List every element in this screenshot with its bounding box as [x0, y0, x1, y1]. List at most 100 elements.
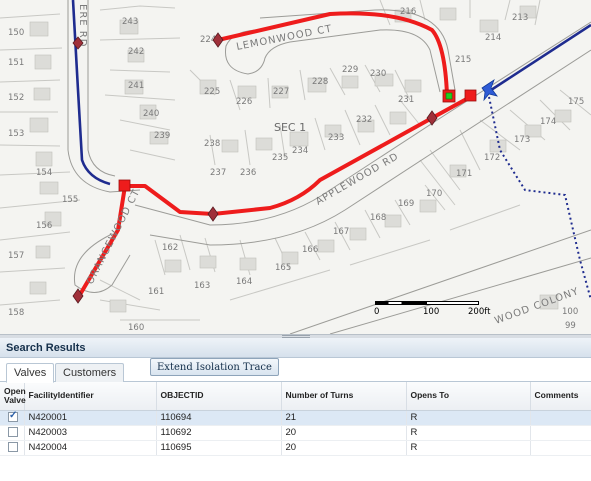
- opens-to-cell: R: [406, 440, 531, 456]
- parcel-label: 235: [272, 153, 288, 163]
- table-header-row: Open Valve FacilityIdentifier OBJECTID N…: [0, 382, 591, 411]
- open-valve-cell[interactable]: [0, 410, 25, 426]
- parcel-label: 216: [400, 7, 416, 17]
- parcel-label: 163: [194, 281, 210, 291]
- facility-cell: N420004: [24, 440, 157, 456]
- open-valve-cell[interactable]: [0, 440, 25, 456]
- table-row[interactable]: N420001 110694 21 R: [0, 410, 591, 426]
- parcel-label: 225: [204, 87, 220, 97]
- parcel-label: 215: [455, 55, 471, 65]
- parcel-label: 154: [36, 168, 52, 178]
- parcel-label: 99: [565, 321, 576, 331]
- parcel-label: 243: [122, 17, 138, 27]
- table-row[interactable]: N420004 110695 20 R: [0, 440, 591, 456]
- parcel-label: 165: [275, 263, 291, 273]
- parcel-label: 229: [342, 65, 358, 75]
- parcel-label: 162: [162, 243, 178, 253]
- facility-cell: N420003: [24, 425, 157, 441]
- parcel-label: 213: [512, 13, 528, 23]
- parcel-label: 240: [143, 109, 159, 119]
- comments-cell[interactable]: [530, 410, 591, 426]
- parcel-label: 173: [514, 135, 530, 145]
- parcel-label: 164: [236, 277, 252, 287]
- open-valve-cell[interactable]: [0, 425, 25, 441]
- table-row[interactable]: N420003 110692 20 R: [0, 425, 591, 441]
- street-label-orangewood: ORANGEWOOD CT: [85, 187, 143, 286]
- parcel-label: 152: [8, 93, 24, 103]
- parcel-label: 230: [370, 69, 386, 79]
- parcel-label: 157: [8, 251, 24, 261]
- search-results-panel: Search Results Valves Customers Extend I…: [0, 338, 591, 481]
- parcel-label: 227: [273, 87, 289, 97]
- scale-mid-label: 100: [423, 307, 440, 317]
- open-valve-checkbox[interactable]: [8, 410, 18, 423]
- parcel-label: 160: [128, 323, 144, 333]
- parcel-label: 236: [240, 168, 256, 178]
- parcel-label: 172: [484, 153, 500, 163]
- parcel-label: 167: [333, 227, 349, 237]
- map-canvas: LEMONWOOD CT APPLEWOOD RD ORANGEWOOD CT …: [0, 0, 591, 334]
- results-table: Open Valve FacilityIdentifier OBJECTID N…: [0, 382, 591, 456]
- open-valve-checkbox[interactable]: [8, 442, 18, 453]
- extend-isolation-trace-button[interactable]: Extend Isolation Trace: [150, 358, 279, 376]
- parcel-label: 170: [426, 189, 442, 199]
- parcel-label: 168: [370, 213, 386, 223]
- column-header-comments[interactable]: Comments: [530, 382, 591, 411]
- parcel-label: 156: [36, 221, 52, 231]
- facility-cell: N420001: [24, 410, 157, 426]
- panel-title: Search Results: [0, 338, 591, 358]
- parcel-label: 174: [540, 117, 556, 127]
- parcel-label: 171: [456, 169, 472, 179]
- scale-end-label: 200ft: [468, 307, 491, 317]
- objectid-cell: 110694: [156, 410, 282, 426]
- parcel-label: 166: [302, 245, 318, 255]
- parcel-label: 238: [204, 139, 220, 149]
- tab-valves[interactable]: Valves: [6, 363, 55, 383]
- comments-cell[interactable]: [530, 440, 591, 456]
- parcel-label: 237: [210, 168, 226, 178]
- parcel-label: 100: [562, 307, 578, 317]
- selected-valve-icon[interactable]: [445, 92, 453, 100]
- parcel-label: 241: [128, 81, 144, 91]
- objectid-cell: 110695: [156, 440, 282, 456]
- objectid-cell: 110692: [156, 425, 282, 441]
- comments-cell[interactable]: [530, 425, 591, 441]
- scale-bar-graphic: [375, 301, 479, 305]
- section-label: SEC 1: [274, 121, 306, 134]
- scale-bar: 0 100 200ft: [374, 297, 495, 319]
- parcel-label: 175: [568, 97, 584, 107]
- parcel-label: 161: [148, 287, 164, 297]
- scale-zero-label: 0: [374, 307, 380, 317]
- column-header-open-valve[interactable]: Open Valve: [0, 382, 26, 411]
- parcel-label: 233: [328, 133, 344, 143]
- turns-cell: 20: [281, 425, 407, 441]
- opens-to-cell: R: [406, 410, 531, 426]
- parcel-label: 228: [312, 77, 328, 87]
- turns-cell: 21: [281, 410, 407, 426]
- turns-cell: 20: [281, 440, 407, 456]
- parcel-label: 153: [8, 129, 24, 139]
- parcel-label: 232: [356, 115, 372, 125]
- parcel-label: 158: [8, 308, 24, 318]
- parcel-label: 155: [62, 195, 78, 205]
- tab-customers[interactable]: Customers: [55, 363, 125, 382]
- parcel-label: 242: [128, 47, 144, 57]
- open-valve-checkbox[interactable]: [8, 427, 18, 438]
- opens-to-cell: R: [406, 425, 531, 441]
- parcel-label: 150: [8, 28, 24, 38]
- trace-endpoint-icon[interactable]: [118, 179, 131, 192]
- valve-icon[interactable]: [207, 206, 219, 222]
- column-header-number-of-turns[interactable]: Number of Turns: [281, 382, 407, 411]
- parcel-label: 226: [236, 97, 252, 107]
- valve-icon[interactable]: [426, 110, 438, 126]
- trace-endpoint-icon[interactable]: [464, 89, 477, 102]
- map-view[interactable]: LEMONWOOD CT APPLEWOOD RD ORANGEWOOD CT …: [0, 0, 591, 334]
- column-header-opens-to[interactable]: Opens To: [406, 382, 531, 411]
- parcel-label: 231: [398, 95, 414, 105]
- parcel-label: 214: [485, 33, 501, 43]
- column-header-objectid[interactable]: OBJECTID: [156, 382, 282, 411]
- parcel-label: 169: [398, 199, 414, 209]
- column-header-facility-identifier[interactable]: FacilityIdentifier: [24, 382, 157, 411]
- parcel-label: 234: [292, 146, 308, 156]
- parcel-label: 239: [154, 131, 170, 141]
